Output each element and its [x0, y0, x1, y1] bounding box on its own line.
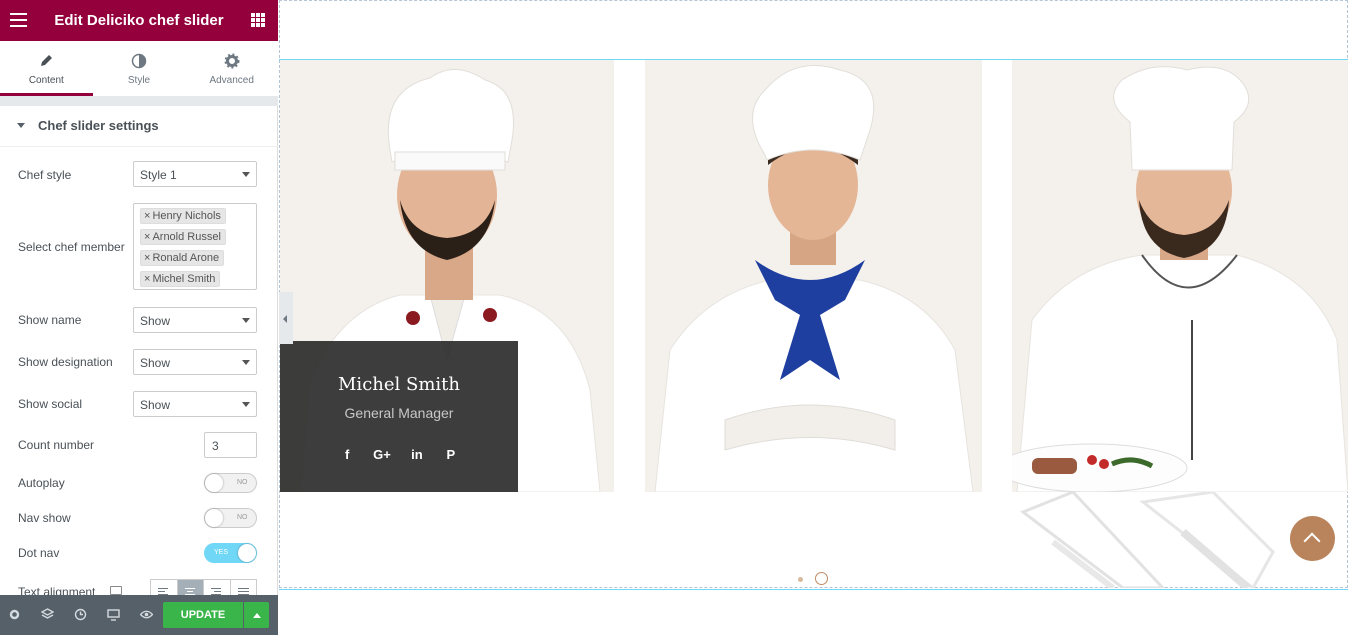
chef-member-multiselect[interactable]: × Henry Nichols × Arnold Russel × Ronald Ar…	[133, 203, 257, 290]
editor-panel: Edit Deliciko chef slider Content Style …	[0, 0, 278, 635]
layers-icon[interactable]	[41, 608, 54, 621]
nav-show-label: Nav show	[18, 511, 71, 525]
remove-icon[interactable]: ×	[144, 252, 150, 264]
dot-nav-label: Dot nav	[18, 546, 60, 560]
contrast-icon	[131, 53, 147, 69]
member-tag-label: Henry Nichols	[152, 210, 221, 222]
chef-slide[interactable]	[1012, 60, 1348, 492]
chef-style-select[interactable]: Style 1	[133, 161, 257, 187]
divider	[0, 96, 278, 106]
nav-show-toggle[interactable]: NO	[204, 508, 257, 528]
show-social-select[interactable]: Show	[133, 391, 257, 417]
chef-photo	[654, 65, 974, 492]
google-plus-icon[interactable]: G+	[373, 447, 391, 462]
tab-style[interactable]: Style	[93, 41, 186, 96]
count-number-label: Count number	[18, 438, 95, 452]
show-designation-label: Show designation	[18, 355, 113, 369]
chevron-down-icon	[242, 318, 250, 323]
show-name-select[interactable]: Show	[133, 307, 257, 333]
update-button[interactable]: UPDATE	[163, 602, 243, 628]
member-tag-label: Ronald Arone	[152, 252, 220, 264]
panel-title: Edit Deliciko chef slider	[54, 12, 224, 29]
settings-icon[interactable]	[8, 608, 21, 621]
toggle-state: NO	[237, 479, 248, 486]
show-social-label: Show social	[18, 397, 83, 411]
chef-slide[interactable]	[645, 60, 982, 492]
tab-advanced[interactable]: Advanced	[185, 41, 278, 96]
caret-down-icon	[17, 123, 25, 128]
chef-photo	[1012, 66, 1348, 492]
slider-dot-active[interactable]	[815, 572, 828, 585]
autoplay-label: Autoplay	[18, 476, 65, 490]
chef-info-overlay: Michel Smith General Manager f G+ in P	[280, 341, 518, 492]
chef-name: Michel Smith	[338, 374, 460, 395]
panel-tabs: Content Style Advanced	[0, 41, 278, 97]
toggle-state: YES	[214, 549, 229, 556]
widgets-grid-icon[interactable]	[251, 13, 265, 27]
remove-icon[interactable]: ×	[144, 231, 150, 243]
eye-icon[interactable]	[140, 608, 153, 621]
member-tag-label: Arnold Russel	[152, 231, 221, 243]
responsive-icon[interactable]	[107, 608, 120, 621]
facebook-icon[interactable]: f	[339, 447, 355, 462]
update-options-button[interactable]	[244, 602, 269, 628]
section-toggle[interactable]: Chef slider settings	[0, 106, 278, 147]
history-icon[interactable]	[74, 608, 87, 621]
chevron-down-icon	[242, 172, 250, 177]
remove-icon[interactable]: ×	[144, 210, 150, 222]
toggle-knob	[205, 474, 223, 492]
tab-advanced-label: Advanced	[209, 75, 254, 86]
toggle-state: NO	[237, 514, 248, 521]
autoplay-toggle[interactable]: NO	[204, 473, 257, 493]
select-member-label: Select chef member	[18, 240, 125, 254]
scroll-to-top-button[interactable]	[1290, 516, 1335, 561]
pencil-icon	[41, 55, 53, 66]
chef-designation: General Manager	[344, 405, 454, 421]
slider-dot[interactable]	[798, 577, 803, 582]
member-tag[interactable]: × Henry Nichols	[140, 208, 226, 224]
tab-content[interactable]: Content	[0, 41, 93, 96]
panel-header: Edit Deliciko chef slider	[0, 0, 278, 41]
toggle-knob	[205, 509, 223, 527]
show-designation-select[interactable]: Show	[133, 349, 257, 375]
widget-outline-bottom	[279, 589, 1348, 590]
pinterest-icon[interactable]: P	[443, 447, 459, 462]
chef-style-label: Chef style	[18, 168, 72, 182]
preview-canvas: Michel Smith General Manager f G+ in P	[279, 0, 1355, 635]
member-tag-label: Michel Smith	[152, 273, 216, 285]
remove-icon[interactable]: ×	[144, 273, 150, 285]
member-tag[interactable]: × Ronald Arone	[140, 250, 225, 266]
tab-style-label: Style	[127, 75, 151, 86]
chevron-down-icon	[242, 402, 250, 407]
tab-content-label: Content	[28, 75, 64, 86]
linkedin-icon[interactable]: in	[409, 447, 425, 462]
show-designation-value: Show	[140, 356, 171, 370]
toggle-knob	[238, 544, 256, 562]
section-title: Chef slider settings	[38, 118, 159, 133]
member-tag[interactable]: × Arnold Russel	[140, 229, 226, 245]
chef-style-value: Style 1	[140, 168, 177, 182]
show-name-label: Show name	[18, 313, 82, 327]
show-name-value: Show	[140, 314, 171, 328]
social-links: f G+ in P	[280, 447, 518, 462]
desktop-icon[interactable]	[110, 586, 122, 595]
show-social-value: Show	[140, 398, 171, 412]
collapse-panel-icon[interactable]	[279, 292, 293, 344]
count-number-input[interactable]: 3	[204, 432, 257, 458]
chevron-down-icon	[242, 360, 250, 365]
member-tag[interactable]: × Michel Smith	[140, 271, 221, 287]
dot-nav-toggle[interactable]: YES	[204, 543, 257, 563]
gear-icon	[224, 53, 240, 69]
